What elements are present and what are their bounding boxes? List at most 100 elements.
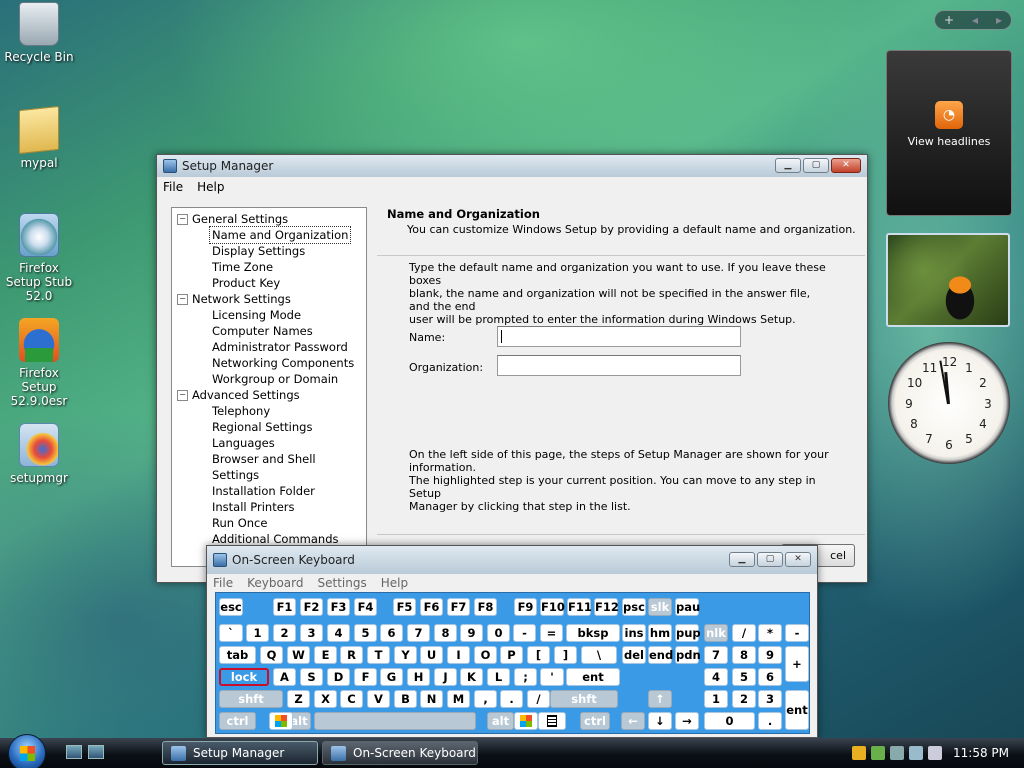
key-r3-15[interactable]: end [648,646,673,664]
key-r4-15[interactable]: 6 [758,668,782,686]
key-r5-8[interactable]: , [474,690,497,708]
key-r2-5[interactable]: 5 [354,624,377,642]
desktop-icon-firefox-stub[interactable]: Firefox Setup Stub 52.0 [1,213,77,303]
windows-key-left[interactable] [269,712,293,730]
key-r3-3[interactable]: E [314,646,337,664]
key-r6-6[interactable]: → [675,712,699,730]
key-r4-14[interactable]: 5 [732,668,756,686]
key-r5-14[interactable]: 2 [732,690,756,708]
tree-item-regional[interactable]: Regional Settings [172,419,366,435]
key-r4-8[interactable]: K [460,668,483,686]
key-r5-5[interactable]: B [394,690,417,708]
key-r4-12[interactable]: ent [566,668,620,686]
menu-keyboard[interactable]: Keyboard [247,576,303,590]
key-r2-13[interactable]: bksp [566,624,620,642]
key-r1-15[interactable]: pau [675,598,700,616]
key-r4-13[interactable]: 4 [704,668,728,686]
feed-headlines-gadget[interactable]: ◔ View headlines [886,50,1012,216]
key-r1-10[interactable]: F10 [540,598,565,616]
key-r3-18[interactable]: 8 [732,646,756,664]
minimize-button[interactable]: ▁ [775,158,801,173]
key-r1-13[interactable]: psc [622,598,646,616]
key-r5-7[interactable]: M [447,690,470,708]
key-r3-16[interactable]: pdn [675,646,701,664]
key-r2-2[interactable]: 2 [273,624,296,642]
tree-group-advanced[interactable]: Advanced Settings [172,387,366,403]
key-r1-12[interactable]: F12 [594,598,619,616]
key-r1-0[interactable]: esc [219,598,243,616]
key-r6-5[interactable]: ↓ [648,712,672,730]
title-bar[interactable]: Setup Manager ▁ ▢ ✕ [157,155,867,177]
key-r3-14[interactable]: del [622,646,646,664]
menu-settings[interactable]: Settings [318,576,367,590]
tree-item-browser-shell[interactable]: Browser and Shell Settings [172,451,366,483]
devices-icon[interactable] [890,746,904,760]
space-bar[interactable] [314,712,476,730]
tree-item-computer-names[interactable]: Computer Names [172,323,366,339]
key-r2-9[interactable]: 9 [460,624,483,642]
key-r5-10[interactable]: / [527,690,550,708]
add-gadget-icon[interactable]: + [944,13,954,27]
key-r3-19[interactable]: 9 [758,646,782,664]
name-field[interactable] [497,326,741,347]
slideshow-gadget[interactable] [886,233,1010,327]
key-r4-7[interactable]: J [434,668,457,686]
key-r2-10[interactable]: 0 [487,624,510,642]
tree-item-admin-password[interactable]: Administrator Password [172,339,366,355]
key-r3-6[interactable]: Y [394,646,417,664]
key-r4-3[interactable]: D [327,668,350,686]
menu-help[interactable]: Help [381,576,408,590]
next-icon[interactable]: ▸ [996,13,1002,27]
key-r2-12[interactable]: = [540,624,563,642]
key-r2-20[interactable]: - [785,624,809,642]
menu-file[interactable]: File [213,576,233,590]
key-r1-11[interactable]: F11 [567,598,592,616]
key-r5-16[interactable]: ent [785,690,809,730]
desktop-icon-firefox-esr[interactable]: Firefox Setup 52.9.0esr [1,318,77,408]
tree-item-licensing[interactable]: Licensing Mode [172,307,366,323]
tree-item-run-once[interactable]: Run Once [172,515,366,531]
start-button[interactable] [8,734,46,768]
prev-icon[interactable]: ◂ [972,13,978,27]
maximize-button[interactable]: ▢ [803,158,829,173]
key-r2-4[interactable]: 4 [327,624,350,642]
close-button[interactable]: ✕ [831,158,861,173]
key-r3-4[interactable]: R [340,646,363,664]
updates-icon[interactable] [871,746,885,760]
tree-item-install-printers[interactable]: Install Printers [172,499,366,515]
key-r2-8[interactable]: 8 [434,624,457,642]
tree-group-network[interactable]: Network Settings [172,291,366,307]
key-r2-19[interactable]: * [758,624,782,642]
desktop-icon-recycle-bin[interactable]: Recycle Bin [1,2,77,64]
key-r6-7[interactable]: 0 [704,712,755,730]
key-r6-3[interactable]: ctrl [580,712,610,730]
key-r2-0[interactable]: ` [219,624,243,642]
tree-item-name-org[interactable]: Name and Organization [172,226,366,244]
tree-item-selected[interactable]: Name and Organization [208,226,352,244]
tree-item-networking[interactable]: Networking Components [172,355,366,371]
key-r3-7[interactable]: U [420,646,443,664]
taskbar-button-setup-manager[interactable]: Setup Manager [162,741,318,765]
tree-item-telephony[interactable]: Telephony [172,403,366,419]
key-r1-2[interactable]: F2 [300,598,323,616]
key-r4-2[interactable]: S [300,668,323,686]
key-r4-10[interactable]: ; [514,668,537,686]
key-r3-1[interactable]: Q [260,646,283,664]
key-r2-16[interactable]: pup [675,624,701,642]
key-r3-8[interactable]: I [447,646,470,664]
key-r6-2[interactable]: alt [487,712,514,730]
volume-icon[interactable] [928,746,942,760]
minimize-button[interactable]: ▁ [729,552,755,567]
key-r2-6[interactable]: 6 [380,624,403,642]
key-r1-5[interactable]: F5 [393,598,416,616]
key-r3-17[interactable]: 7 [704,646,728,664]
security-shield-icon[interactable] [852,746,866,760]
tree-item-product-key[interactable]: Product Key [172,275,366,291]
desktop-icon-setupmgr[interactable]: setupmgr [1,423,77,485]
key-r1-8[interactable]: F8 [474,598,497,616]
key-r3-5[interactable]: T [367,646,390,664]
maximize-button[interactable]: ▢ [757,552,783,567]
key-r5-12[interactable]: ↑ [648,690,672,708]
key-r2-7[interactable]: 7 [407,624,430,642]
key-r5-2[interactable]: X [314,690,337,708]
